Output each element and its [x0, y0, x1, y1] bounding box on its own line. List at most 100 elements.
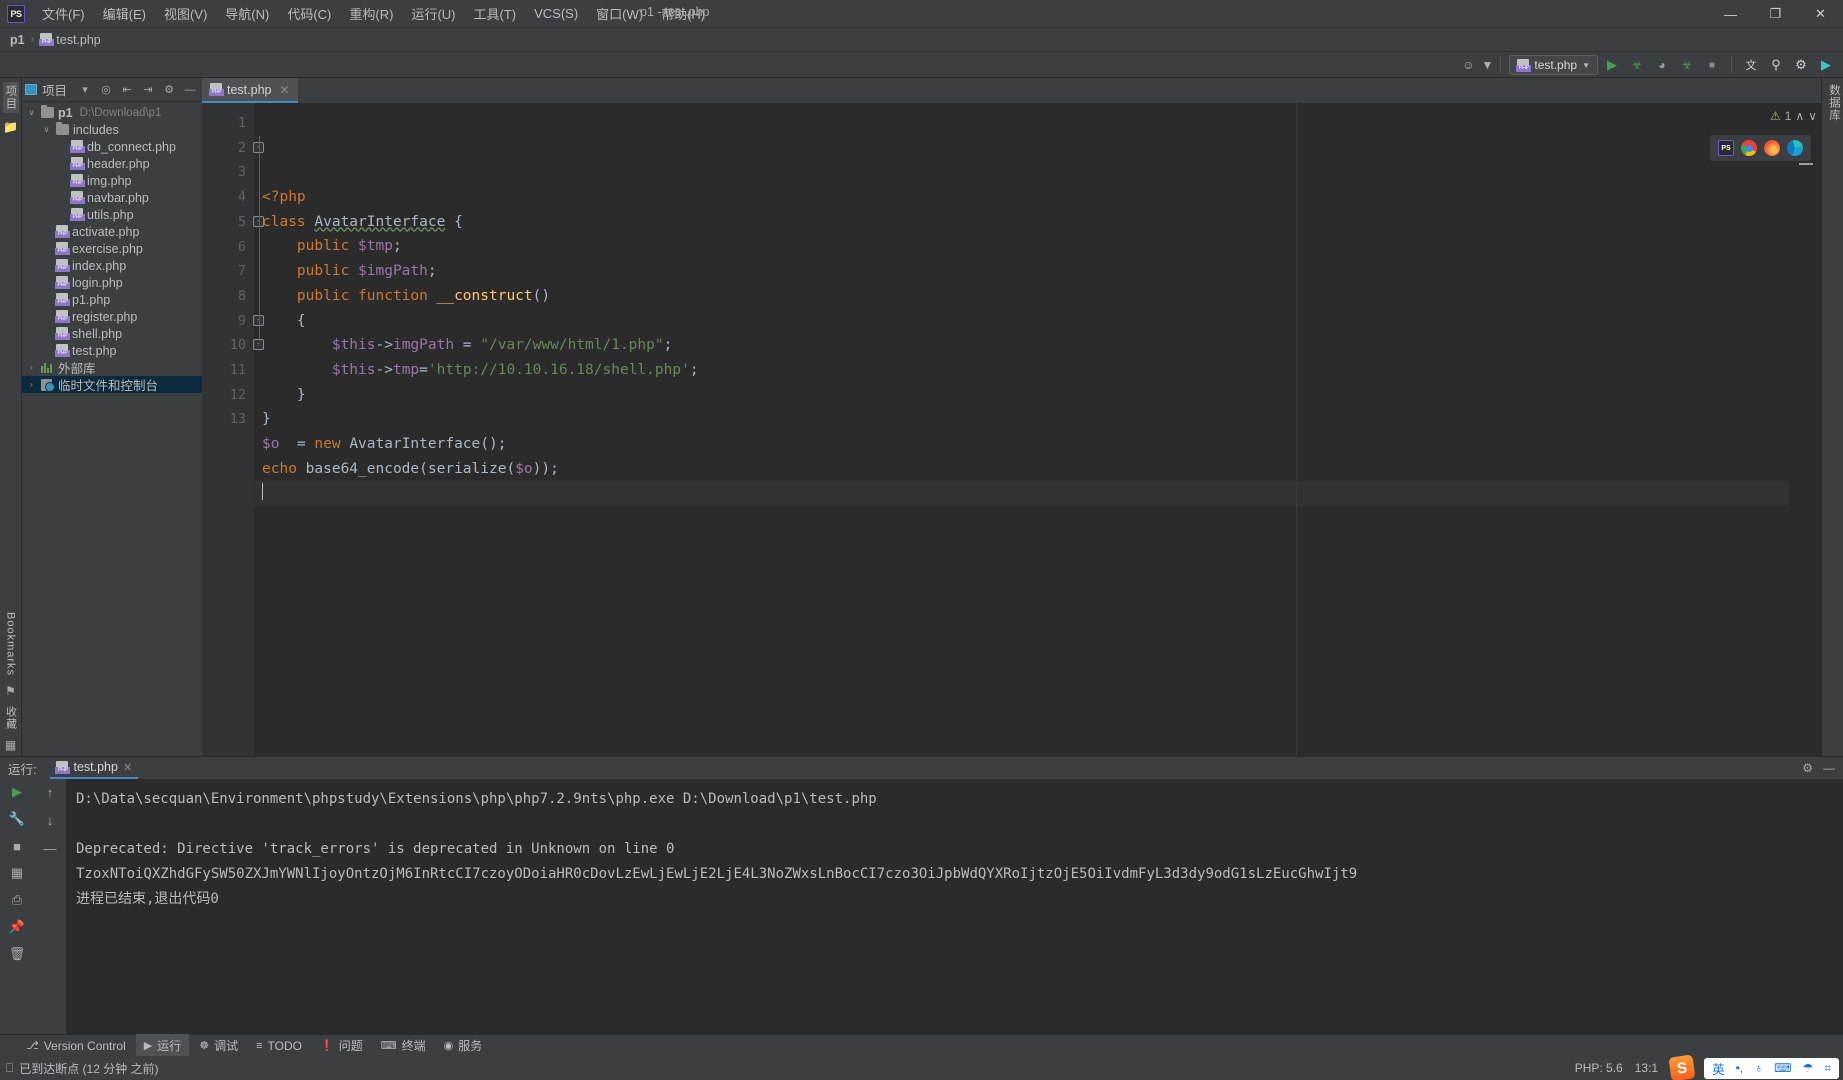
open-in-chrome-icon[interactable]	[1741, 140, 1757, 156]
sogou-ime-logo-icon[interactable]: S	[1668, 1054, 1696, 1080]
ime-apps-icon[interactable]: ⌗	[1824, 1061, 1831, 1076]
breadcrumb-project[interactable]: p1	[10, 33, 25, 47]
chevron-down-icon[interactable]: ∨	[41, 125, 52, 134]
stop-button[interactable]: ■	[1701, 54, 1723, 76]
expand-all-icon[interactable]: ⇤	[118, 81, 136, 99]
minimize-button[interactable]: —	[1708, 0, 1753, 28]
tree-item-[interactable]: › 外部库	[22, 359, 202, 376]
open-in-edge-icon[interactable]	[1787, 140, 1803, 156]
tree-item-navbarphp[interactable]: ›navbar.php	[22, 189, 202, 206]
menu-run[interactable]: 运行(U)	[402, 0, 464, 27]
hide-panel-icon[interactable]: —	[181, 81, 199, 99]
close-button[interactable]: ✕	[1798, 0, 1843, 28]
target-icon[interactable]: ◎	[97, 81, 115, 99]
profile-button[interactable]: ☣	[1676, 54, 1698, 76]
code-editor[interactable]: 12345678910111213---- <?phpclass AvatarI…	[202, 103, 1821, 756]
scroll-down-icon[interactable]: ↓	[40, 811, 60, 829]
rail-project-label[interactable]: 项目	[2, 82, 19, 113]
inspection-widget[interactable]: ⚠ 1 ∧ ∨	[1770, 109, 1817, 123]
open-in-phpstorm-icon[interactable]: PS	[1718, 140, 1734, 156]
menu-tools[interactable]: 工具(T)	[464, 0, 525, 27]
gear-icon[interactable]: ⚙	[160, 81, 178, 99]
tree-item-headerphp[interactable]: ›header.php	[22, 155, 202, 172]
rail-bookmarks-label[interactable]: Bookmarks	[5, 612, 17, 676]
tool-debug[interactable]: ☸ 调试	[191, 1034, 246, 1057]
chevron-right-icon[interactable]: ›	[26, 380, 37, 389]
console-output[interactable]: D:\Data\secquan\Environment\phpstudy\Ext…	[66, 779, 1843, 1034]
menu-code[interactable]: 代码(C)	[278, 0, 340, 27]
rail-favorites-label[interactable]: 收藏	[3, 706, 19, 730]
tree-item-imgphp[interactable]: ›img.php	[22, 172, 202, 189]
ime-mode-label[interactable]: 英	[1712, 1059, 1725, 1078]
tool-run[interactable]: ▶ 运行	[135, 1034, 190, 1057]
hide-panel-icon[interactable]: —	[1823, 761, 1835, 775]
tree-item-indexphp[interactable]: ›index.php	[22, 257, 202, 274]
run-with-coverage-button[interactable]: ◕	[1651, 54, 1673, 76]
menu-view[interactable]: 视图(V)	[155, 0, 216, 27]
close-icon[interactable]: ✕	[279, 83, 289, 97]
tree-item-loginphp[interactable]: ›login.php	[22, 274, 202, 291]
tree-item-shellphp[interactable]: ›shell.php	[22, 325, 202, 342]
tree-item-activatephp[interactable]: ›activate.php	[22, 223, 202, 240]
structure-icon[interactable]: ▦	[5, 738, 16, 752]
menu-file[interactable]: 文件(F)	[33, 0, 94, 27]
tree-item-p1[interactable]: ∨ p1 D:\Download\p1	[22, 104, 202, 121]
ime-keyboard-icon[interactable]: ⌨	[1774, 1061, 1791, 1075]
menu-refactor[interactable]: 重构(R)	[340, 0, 402, 27]
tree-item-includes[interactable]: ∨ includes	[22, 121, 202, 138]
menu-navigate[interactable]: 导航(N)	[216, 0, 278, 27]
tool-todo[interactable]: ≡ TODO	[248, 1036, 310, 1056]
ime-punctuation-icon[interactable]: •,	[1736, 1061, 1744, 1075]
translate-icon[interactable]: 文	[1740, 54, 1762, 76]
stop-icon[interactable]: ■	[7, 837, 27, 855]
tool-problems[interactable]: ❗ 问题	[312, 1034, 371, 1057]
ime-skin-icon[interactable]: ☂	[1802, 1061, 1813, 1075]
ide-update-icon[interactable]: ▶	[1815, 54, 1837, 76]
next-problem-icon[interactable]: ∨	[1808, 109, 1817, 123]
wrench-icon[interactable]: 🔧	[7, 810, 27, 828]
rerun-icon[interactable]: ▶	[7, 783, 27, 801]
print-icon[interactable]: ⎙	[7, 891, 27, 909]
run-button[interactable]: ▶	[1601, 54, 1623, 76]
gear-icon[interactable]: ⚙	[1790, 54, 1812, 76]
tree-item-testphp[interactable]: ›test.php	[22, 342, 202, 359]
maximize-button[interactable]: ❐	[1753, 0, 1798, 28]
close-icon[interactable]: ✕	[123, 761, 132, 774]
tree-item-dbconnectphp[interactable]: ›db_connect.php	[22, 138, 202, 155]
prev-problem-icon[interactable]: ∧	[1795, 109, 1804, 123]
code-content[interactable]: <?php class AvatarInterface { public $tmp…	[254, 103, 1789, 756]
debug-button[interactable]: ☣	[1626, 54, 1648, 76]
tool-services[interactable]: ◉ 服务	[436, 1034, 491, 1057]
account-icon[interactable]: ☺	[1457, 54, 1479, 76]
ime-microphone-icon[interactable]: ♁	[1754, 1061, 1763, 1075]
tree-item-utilsphp[interactable]: ›utils.php	[22, 206, 202, 223]
folder-icon[interactable]: 📁	[3, 120, 18, 134]
table-icon[interactable]: ▦	[7, 864, 27, 882]
rail-database-label[interactable]: 数据库	[1822, 78, 1843, 128]
tree-item-registerphp[interactable]: ›register.php	[22, 308, 202, 325]
search-icon[interactable]: ⚲	[1765, 54, 1787, 76]
tool-version-control[interactable]: ⎇ Version Control	[18, 1036, 134, 1056]
editor-tab-test-php[interactable]: test.php ✕	[202, 78, 298, 103]
gear-icon[interactable]: ⚙	[1802, 761, 1813, 775]
trash-icon[interactable]: 🗑	[7, 945, 27, 963]
tool-terminal[interactable]: ⌨ 终端	[373, 1034, 434, 1057]
run-configuration-selector[interactable]: test.php ▼	[1509, 55, 1598, 75]
chevron-down-icon[interactable]: ▾	[76, 81, 94, 99]
tree-item-exercisephp[interactable]: ›exercise.php	[22, 240, 202, 257]
soft-wrap-icon[interactable]: —	[40, 839, 60, 857]
chevron-right-icon[interactable]: ›	[26, 363, 37, 372]
menu-edit[interactable]: 编辑(E)	[94, 0, 155, 27]
tree-item-p1php[interactable]: ›p1.php	[22, 291, 202, 308]
scroll-up-icon[interactable]: ↑	[40, 783, 60, 801]
breadcrumb-file[interactable]: test.php	[56, 33, 100, 47]
collapse-browsers-icon[interactable]	[1799, 163, 1813, 165]
php-version-indicator[interactable]: PHP: 5.6	[1575, 1061, 1623, 1075]
open-in-firefox-icon[interactable]	[1764, 140, 1780, 156]
pin-icon[interactable]: 📌	[7, 918, 27, 936]
tree-item-[interactable]: › 临时文件和控制台	[22, 376, 202, 393]
menu-vcs[interactable]: VCS(S)	[525, 2, 587, 25]
account-caret-icon[interactable]: ▼	[1481, 54, 1493, 76]
run-tab-test-php[interactable]: test.php ✕	[50, 757, 139, 779]
bookmark-icon[interactable]: ⚑	[5, 684, 16, 698]
